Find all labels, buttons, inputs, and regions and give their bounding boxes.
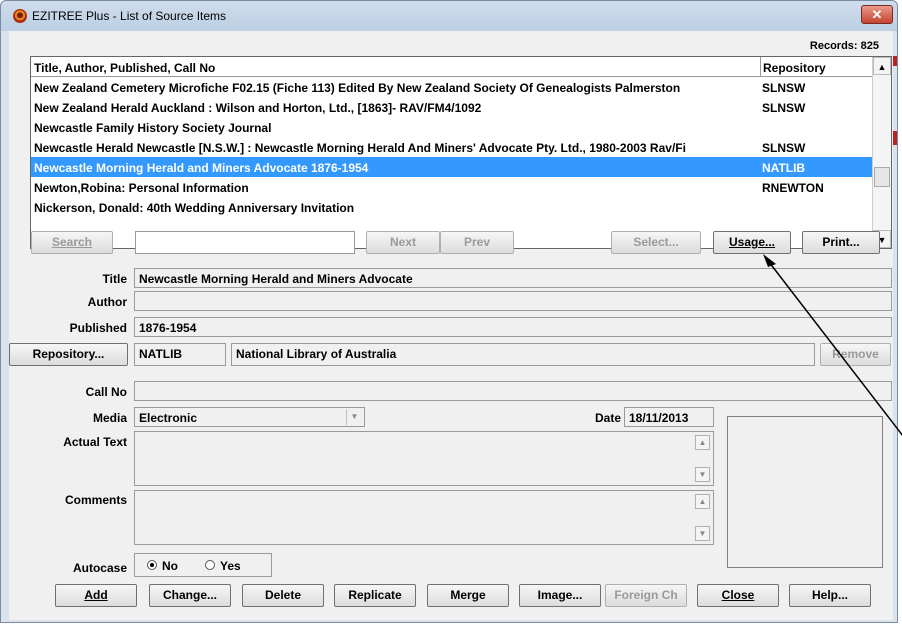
annotation-arrow-line — [768, 261, 902, 436]
annotation-arrow — [763, 254, 902, 436]
source-items-window: EZITREE Plus - List of Source Items ✕ Re… — [0, 0, 902, 623]
annotation-arrow-head — [763, 254, 776, 267]
